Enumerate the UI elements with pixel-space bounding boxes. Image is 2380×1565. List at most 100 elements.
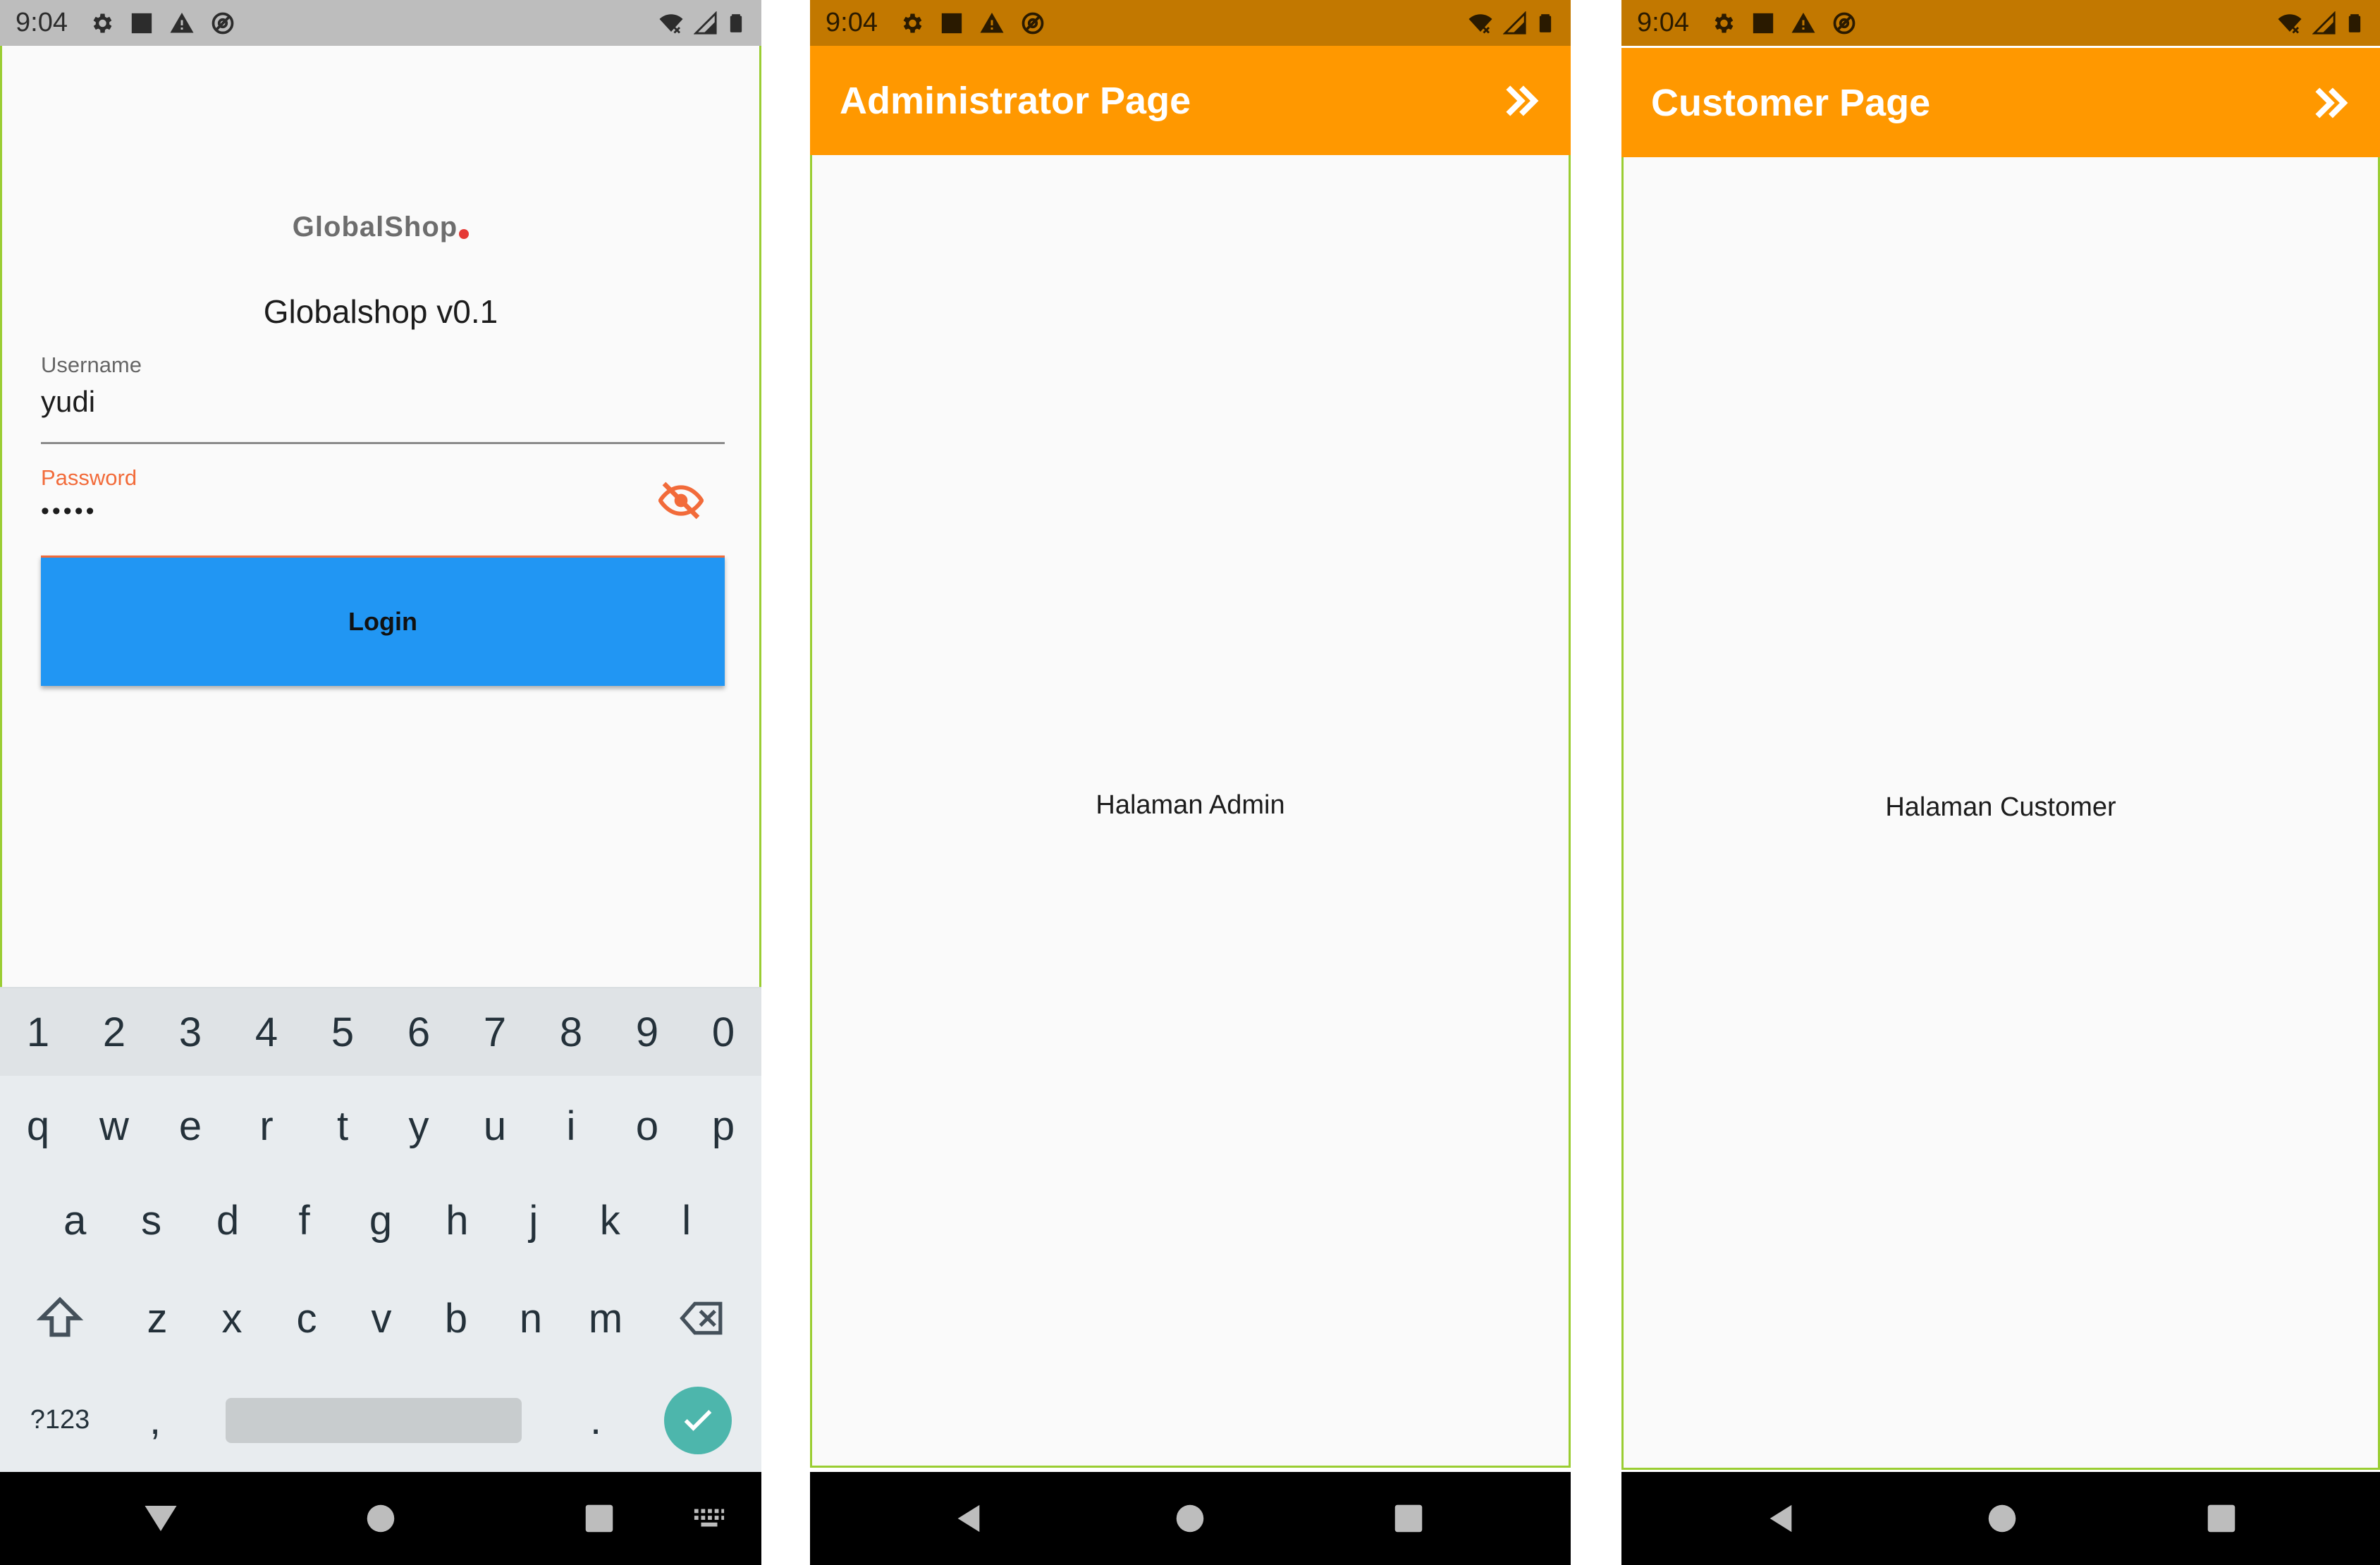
key[interactable]: b [419, 1269, 493, 1368]
key[interactable]: e [152, 1080, 228, 1172]
key[interactable]: t [305, 1080, 381, 1172]
page-body: Halaman Admin [810, 155, 1571, 1468]
cell-signal-icon [1503, 11, 1527, 35]
logo-text: GlobalShop [292, 211, 458, 243]
notification-square-icon [130, 11, 154, 35]
admin-screen: 9:04 Administrator Page Halaman Admin [810, 0, 1571, 1565]
back-icon[interactable] [1765, 1502, 1797, 1535]
key[interactable]: u [457, 1080, 533, 1172]
keyboard-number-row: 1 2 3 4 5 6 7 8 9 0 [0, 988, 761, 1076]
keyboard-switch-icon[interactable] [693, 1502, 725, 1535]
soft-keyboard: 1 2 3 4 5 6 7 8 9 0 q w e r t y u i o p … [0, 987, 761, 1472]
key[interactable]: 2 [76, 988, 152, 1076]
battery-icon [1535, 10, 1555, 37]
key[interactable]: f [266, 1173, 342, 1268]
settings-gear-icon [89, 11, 114, 36]
warning-icon [1791, 11, 1816, 36]
page-body-text: Halaman Customer [1885, 792, 2116, 822]
key[interactable]: h [419, 1173, 495, 1268]
key[interactable]: w [76, 1080, 152, 1172]
shift-icon [35, 1294, 85, 1343]
customer-screen: 9:04 Customer Page Halaman Customer [1621, 0, 2380, 1565]
key[interactable]: 0 [685, 988, 761, 1076]
key[interactable]: v [344, 1269, 419, 1368]
status-time: 9:04 [826, 8, 878, 37]
username-input[interactable]: yudi [41, 385, 725, 419]
backspace-key[interactable] [643, 1269, 761, 1368]
key[interactable]: 8 [533, 988, 609, 1076]
app-bar-title: Administrator Page [840, 79, 1191, 122]
warning-icon [979, 11, 1005, 36]
recents-icon[interactable] [584, 1504, 614, 1533]
notification-square-icon [1751, 11, 1775, 35]
key[interactable]: q [0, 1080, 76, 1172]
home-icon[interactable] [1175, 1504, 1205, 1533]
key[interactable]: n [493, 1269, 568, 1368]
app-version-title: Globalshop v0.1 [263, 293, 498, 330]
username-label: Username [41, 352, 142, 377]
key[interactable]: 6 [381, 988, 457, 1076]
keyboard-row-1: q w e r t y u i o p [0, 1080, 761, 1172]
key[interactable]: o [609, 1080, 685, 1172]
app-bar: Customer Page [1621, 48, 2380, 157]
done-key[interactable] [634, 1369, 761, 1471]
comma-key[interactable]: , [120, 1369, 190, 1471]
keyboard-row-2: a s d f g h j k l [0, 1173, 761, 1268]
username-field[interactable]: Username yudi [41, 352, 725, 444]
password-label: Password [41, 465, 137, 490]
password-input[interactable]: ••••• [41, 498, 725, 525]
period-key[interactable]: . [557, 1369, 634, 1471]
double-chevron-right-icon[interactable] [1502, 81, 1541, 121]
globalshop-logo: GlobalShop [2, 211, 759, 243]
key[interactable]: p [685, 1080, 761, 1172]
key[interactable]: 3 [152, 988, 228, 1076]
key[interactable]: 9 [609, 988, 685, 1076]
key[interactable]: m [568, 1269, 643, 1368]
visibility-off-icon[interactable] [658, 478, 704, 523]
home-icon[interactable] [1987, 1504, 2017, 1533]
recents-icon[interactable] [2207, 1504, 2236, 1533]
home-icon[interactable] [366, 1504, 395, 1533]
key[interactable]: y [381, 1080, 457, 1172]
key[interactable]: j [496, 1173, 572, 1268]
wifi-off-icon [2276, 11, 2304, 36]
shift-key[interactable] [0, 1269, 120, 1368]
double-chevron-right-icon[interactable] [2311, 83, 2350, 123]
app-bar-title: Customer Page [1651, 81, 1931, 124]
done-button [664, 1386, 732, 1454]
key[interactable]: z [120, 1269, 195, 1368]
key[interactable]: k [572, 1173, 648, 1268]
symbols-key[interactable]: ?123 [0, 1369, 120, 1471]
recents-icon[interactable] [1394, 1504, 1423, 1533]
settings-gear-icon [899, 11, 924, 36]
spacebar[interactable] [190, 1369, 557, 1471]
back-icon[interactable] [952, 1502, 985, 1535]
key[interactable]: d [190, 1173, 266, 1268]
login-button[interactable]: Login [41, 556, 725, 686]
keyboard-row-4: ?123 , . [0, 1369, 761, 1471]
notification-square-icon [940, 11, 964, 35]
key[interactable]: s [113, 1173, 189, 1268]
settings-gear-icon [1710, 11, 1736, 36]
key[interactable]: g [343, 1173, 419, 1268]
key[interactable]: i [533, 1080, 609, 1172]
navigation-bar [0, 1472, 761, 1565]
status-bar: 9:04 [810, 0, 1571, 46]
key[interactable]: 1 [0, 988, 76, 1076]
login-screen: 9:04 GlobalShop Globalshop v0.1 Username… [0, 0, 761, 1565]
app-bar: Administrator Page [810, 46, 1571, 155]
password-field[interactable]: Password ••••• [41, 465, 725, 550]
logo-dot [459, 229, 470, 239]
check-icon [680, 1402, 716, 1439]
key[interactable]: r [228, 1080, 305, 1172]
key[interactable]: a [37, 1173, 113, 1268]
navigation-bar [1621, 1472, 2380, 1565]
key[interactable]: 5 [305, 988, 381, 1076]
key[interactable]: 4 [228, 988, 305, 1076]
hide-keyboard-icon[interactable] [142, 1499, 180, 1538]
key[interactable]: 7 [457, 988, 533, 1076]
key[interactable]: x [195, 1269, 269, 1368]
data-saver-icon [210, 11, 235, 36]
key[interactable]: c [269, 1269, 344, 1368]
key[interactable]: l [649, 1173, 725, 1268]
